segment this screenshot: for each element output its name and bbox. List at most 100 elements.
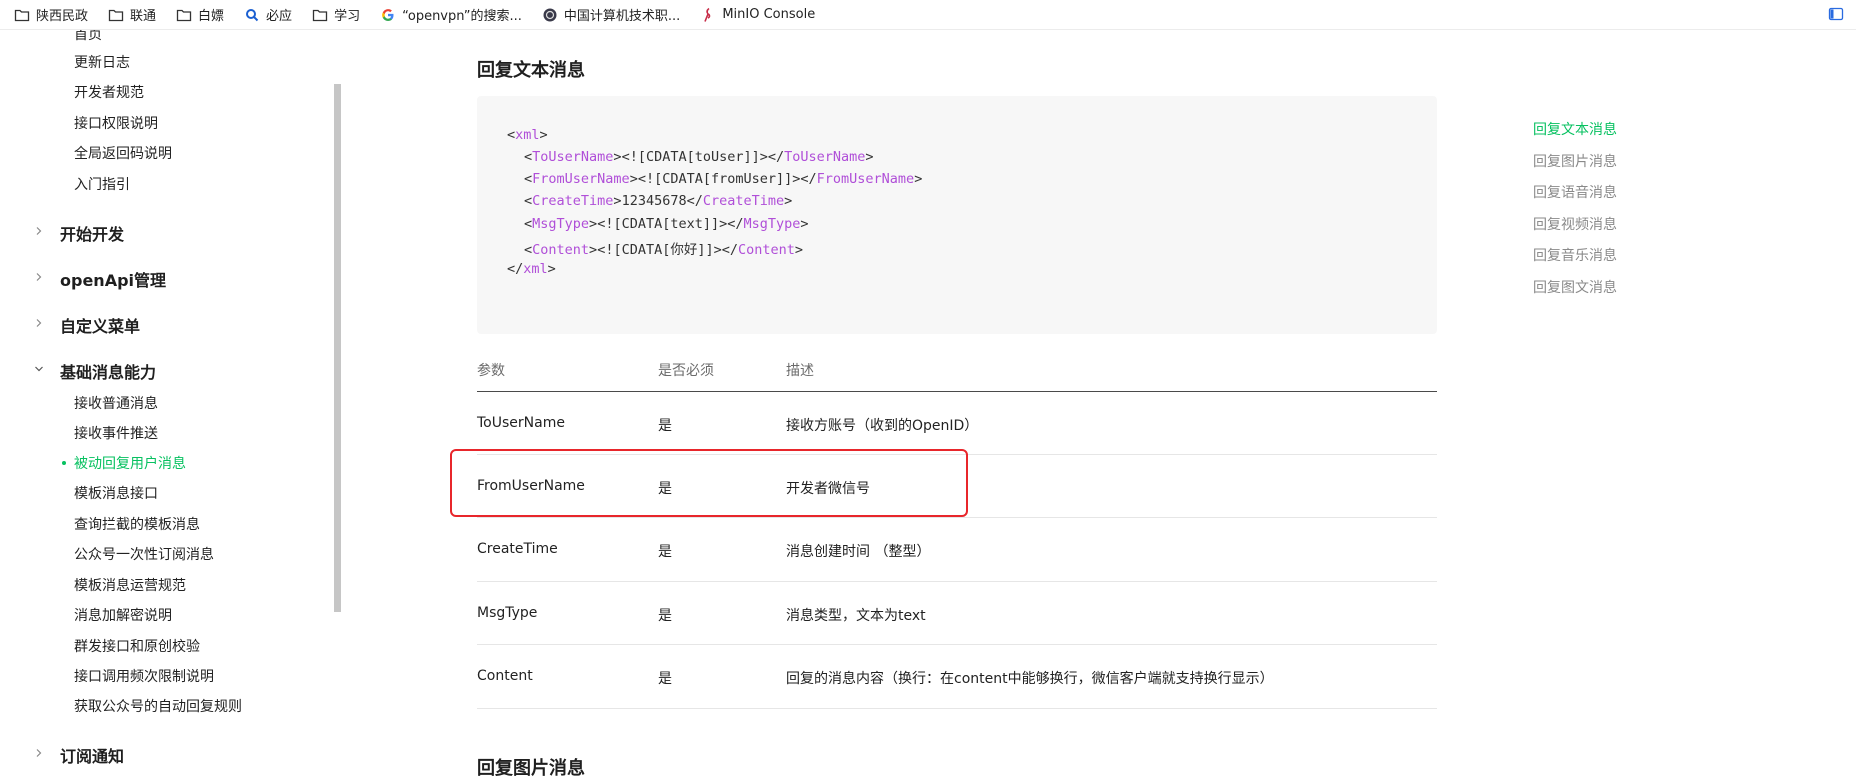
xml-tag: ToUserName	[532, 149, 614, 165]
doc-sidebar: 首页 更新日志 开发者规范 接口权限说明 全局返回码说明 入门指引 开始开发 o…	[0, 30, 334, 784]
xml-code-block: <xml> <ToUserName><![CDATA[toUser]]></To…	[477, 96, 1437, 334]
bookmark-label: 必应	[266, 9, 293, 24]
table-header-divider	[477, 391, 1437, 392]
sidebar-group-start-dev[interactable]: 开始开发	[60, 221, 124, 245]
minio-icon	[704, 7, 711, 22]
folder-icon	[312, 9, 328, 21]
folder-icon	[176, 9, 192, 21]
table-cell-required: 是	[658, 608, 672, 624]
sidebar-group-subscribe-notify[interactable]: 订阅通知	[60, 743, 124, 767]
sidebar-item-template-ops[interactable]: 模板消息运营规范	[74, 575, 186, 595]
sidebar-group-openapi[interactable]: openApi管理	[60, 267, 166, 291]
sidebar-toggle-icon[interactable]	[1828, 6, 1844, 22]
sidebar-item-receive-events[interactable]: 接收事件推送	[74, 423, 158, 443]
sidebar-item-return-codes[interactable]: 全局返回码说明	[74, 143, 172, 163]
table-row-divider	[477, 581, 1437, 582]
sidebar-item-template-api[interactable]: 模板消息接口	[74, 483, 158, 503]
bookmark-label: 学习	[334, 9, 361, 24]
table-row-divider	[477, 708, 1437, 709]
toc-item-image[interactable]: 回复图片消息	[1533, 151, 1617, 171]
xml-tag: ToUserName	[784, 149, 866, 165]
table-cell-desc: 回复的消息内容（换行：在content中能够换行，微信客户端就支持换行显示）	[786, 671, 1274, 687]
sidebar-item-permissions[interactable]: 接口权限说明	[74, 113, 158, 133]
chevron-down-icon	[35, 366, 43, 372]
sidebar-item-getting-started[interactable]: 入门指引	[74, 174, 130, 194]
search-icon	[246, 8, 259, 21]
code-line: </xml>	[507, 261, 556, 277]
code-line: <FromUserName><![CDATA[fromUser]]></From…	[524, 171, 923, 187]
google-icon	[382, 8, 394, 21]
xml-value: 12345678	[621, 193, 687, 209]
xml-value: <![CDATA[你好]]>	[597, 242, 722, 258]
xml-tag: FromUserName	[532, 171, 630, 187]
code-line: <MsgType><![CDATA[text]]></MsgType>	[524, 216, 809, 232]
bookmark-computer-tech[interactable]: 中国计算机技术职...	[542, 5, 680, 24]
code-line: <Content><![CDATA[你好]]></Content>	[524, 242, 804, 258]
xml-tag: CreateTime	[702, 193, 785, 209]
folder-icon	[108, 9, 124, 21]
sidebar-item-one-time-subscribe[interactable]: 公众号一次性订阅消息	[74, 544, 214, 564]
sidebar-item-dev-spec[interactable]: 开发者规范	[74, 82, 144, 102]
bookmark-xuexi[interactable]: 学习	[312, 5, 360, 24]
table-cell-required: 是	[658, 418, 672, 434]
bookmark-bing[interactable]: 必应	[244, 5, 292, 24]
bookmarks-bar: 陕西民政 联通 白嫖 必应 学习 “openvpn”的搜索... 中国计算机技术…	[0, 0, 1856, 30]
sidebar-item-passive-reply[interactable]: 被动回复用户消息	[74, 453, 186, 473]
bookmark-openvpn-search[interactable]: “openvpn”的搜索...	[380, 5, 522, 24]
sidebar-item-rate-limit[interactable]: 接口调用频次限制说明	[74, 666, 214, 686]
table-row-divider	[477, 644, 1437, 645]
toc-item-video[interactable]: 回复视频消息	[1533, 214, 1617, 234]
toc-item-music[interactable]: 回复音乐消息	[1533, 245, 1617, 265]
sidebar-item-changelog[interactable]: 更新日志	[74, 52, 130, 72]
xml-tag: Content	[738, 242, 795, 258]
table-cell-param: ToUserName	[477, 415, 565, 431]
table-cell-required: 是	[658, 544, 672, 560]
table-cell-desc: 接收方账号（收到的OpenID）	[786, 418, 979, 434]
xml-tag: Content	[532, 242, 590, 258]
xml-tag: xml	[523, 261, 548, 277]
next-section-title: 回复图片消息	[477, 758, 585, 779]
table-cell-desc: 消息类型，文本为text	[786, 608, 926, 624]
table-header-param: 参数	[477, 363, 505, 379]
bookmark-label: MinIO Console	[722, 7, 816, 22]
bookmark-shaanxi[interactable]: 陕西民政	[14, 5, 88, 24]
xml-value: <![CDATA[toUser]]>	[621, 149, 768, 165]
sidebar-item-encryption[interactable]: 消息加解密说明	[74, 605, 172, 625]
sidebar-item-auto-reply-rules[interactable]: 获取公众号的自动回复规则	[74, 696, 242, 716]
xml-tag: CreateTime	[532, 193, 614, 209]
xml-value: <![CDATA[fromUser]]>	[637, 171, 801, 187]
sidebar-item-mass-send[interactable]: 群发接口和原创校验	[74, 636, 200, 656]
highlight-box	[450, 449, 968, 517]
bookmark-label: “openvpn”的搜索...	[402, 9, 522, 24]
xml-tag: MsgType	[743, 216, 801, 232]
bookmark-liantong[interactable]: 联通	[108, 5, 156, 24]
toc-item-text[interactable]: 回复文本消息	[1533, 119, 1617, 139]
table-row-divider	[477, 517, 1437, 518]
toc-item-voice[interactable]: 回复语音消息	[1533, 182, 1617, 202]
folder-icon	[14, 9, 30, 21]
section-title: 回复文本消息	[477, 60, 585, 81]
active-dot	[62, 461, 66, 465]
sidebar-scrollbar[interactable]	[334, 84, 341, 612]
sidebar-group-basic-messages[interactable]: 基础消息能力	[60, 359, 156, 383]
sidebar-item-blocked-template[interactable]: 查询拦截的模板消息	[74, 514, 200, 534]
table-cell-param: Content	[477, 668, 533, 684]
xml-value: <![CDATA[text]]>	[597, 216, 728, 232]
sidebar-item-home[interactable]: 首页	[74, 30, 102, 44]
xml-tag: FromUserName	[816, 171, 915, 187]
sidebar-group-custom-menu[interactable]: 自定义菜单	[60, 313, 140, 337]
code-line: <xml>	[507, 127, 548, 143]
chevron-right-icon	[36, 749, 42, 757]
code-line: <CreateTime>12345678</CreateTime>	[524, 193, 793, 209]
sidebar-item-receive-normal[interactable]: 接收普通消息	[74, 393, 158, 413]
bookmark-minio[interactable]: MinIO Console	[700, 7, 815, 23]
bookmark-label: 白嫖	[198, 9, 225, 24]
code-line: <ToUserName><![CDATA[toUser]]></ToUserNa…	[524, 149, 874, 165]
chevron-right-icon	[36, 227, 42, 235]
table-cell-required: 是	[658, 671, 672, 687]
site-icon	[543, 8, 557, 21]
bookmark-label: 中国计算机技术职...	[563, 9, 681, 24]
xml-tag: xml	[515, 127, 540, 143]
bookmark-baipiao[interactable]: 白嫖	[176, 5, 224, 24]
toc-item-news[interactable]: 回复图文消息	[1533, 277, 1617, 297]
